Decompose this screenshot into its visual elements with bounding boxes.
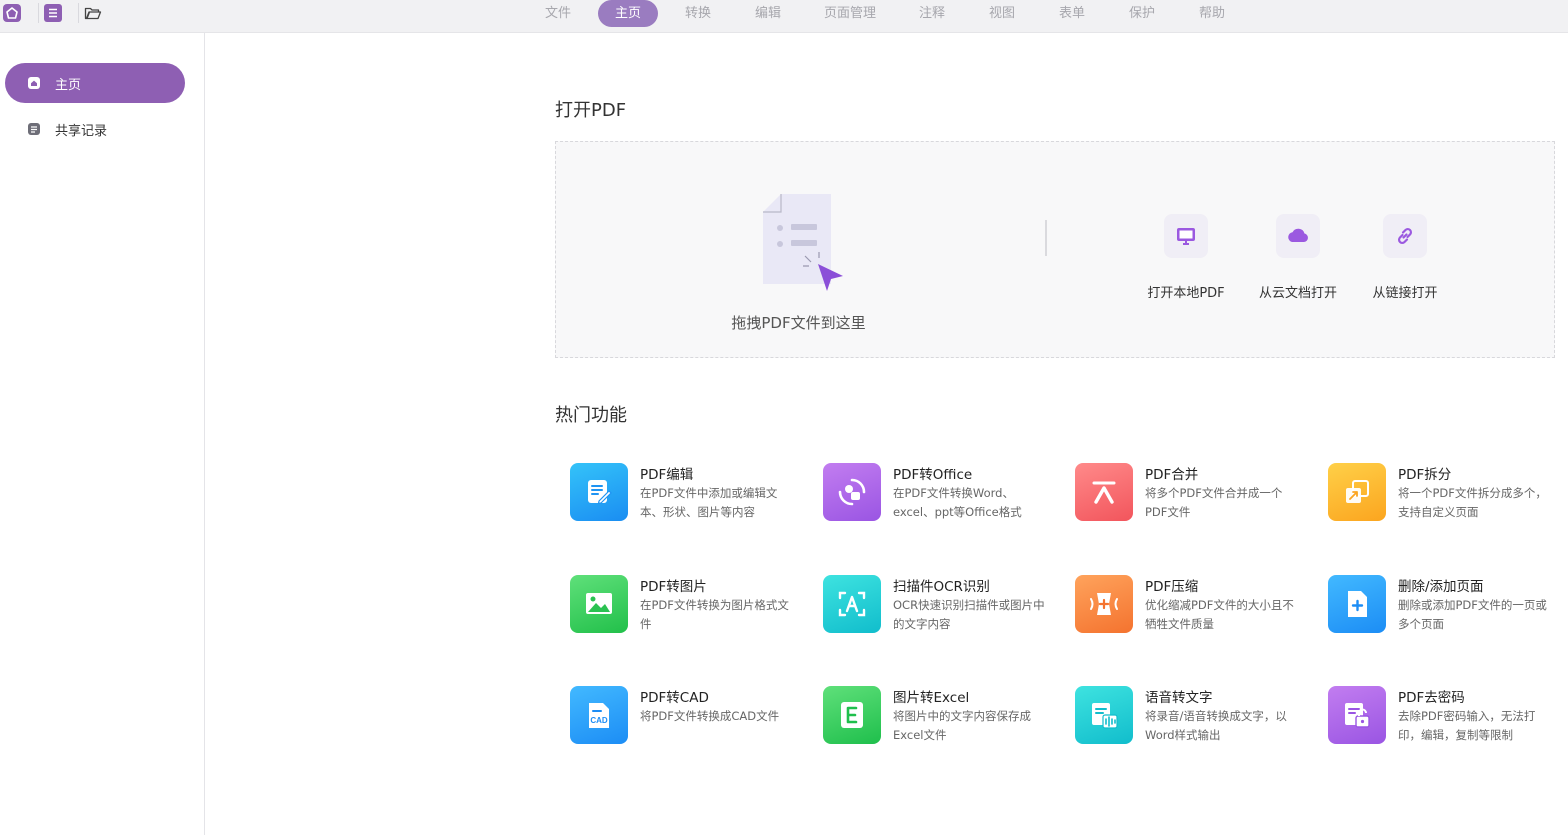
feature-title: 删除/添加页面 xyxy=(1398,579,1484,595)
link-icon xyxy=(1383,214,1427,258)
excel-icon xyxy=(823,686,881,744)
document-icon xyxy=(27,122,41,136)
tab-help[interactable]: 帮助 xyxy=(1186,0,1238,27)
edit-icon xyxy=(570,463,628,521)
hot-features-title: 热门功能 xyxy=(555,405,627,426)
feature-title: 语音转文字 xyxy=(1145,690,1213,706)
split-icon xyxy=(1328,463,1386,521)
feature-description: OCR快速识别扫描件或图片中的文字内容 xyxy=(893,598,1045,631)
cloud-icon xyxy=(1276,214,1320,258)
feature-title: PDF编辑 xyxy=(640,467,694,483)
open-from-cloud-label: 从云文档打开 xyxy=(1258,286,1337,301)
tab-edit[interactable]: 编辑 xyxy=(742,0,794,27)
open-from-link-button[interactable]: 从链接打开 xyxy=(1350,214,1460,301)
feature-pdf-split[interactable]: PDF拆分 将一个PDF文件拆分成多个， 支持自定义页面 xyxy=(1313,453,1553,533)
feature-title: 图片转Excel xyxy=(893,690,970,706)
feature-title: PDF合并 xyxy=(1145,467,1199,483)
menu-icon[interactable] xyxy=(43,3,63,23)
feature-title: PDF转Office xyxy=(893,467,973,483)
voice-icon xyxy=(1075,686,1133,744)
feature-description: 去除PDF密码输入，无法打印，编辑，复制等限制 xyxy=(1398,709,1536,742)
top-menu-bar: 文件 主页 转换 编辑 页面管理 注释 视图 表单 保护 帮助 xyxy=(0,0,1568,33)
toolbar-divider xyxy=(38,3,39,23)
feature-description: 在PDF文件转换为图片格式文件 xyxy=(640,598,789,631)
feature-description: 将图片中的文字内容保存成Excel文件 xyxy=(893,709,1031,742)
feature-title: PDF压缩 xyxy=(1145,579,1199,595)
drop-zone-text: 拖拽PDF文件到这里 xyxy=(731,314,866,332)
toolbar-divider xyxy=(78,3,79,23)
feature-remove-password[interactable]: PDF去密码 去除PDF密码输入，无法打印，编辑，复制等限制 xyxy=(1313,676,1553,756)
feature-title: PDF去密码 xyxy=(1398,690,1465,706)
tab-home[interactable]: 主页 xyxy=(598,0,658,27)
folder-open-icon[interactable] xyxy=(83,3,103,23)
feature-add-delete-page[interactable]: 删除/添加页面 删除或添加PDF文件的一页或多个页面 xyxy=(1313,565,1553,645)
drop-zone[interactable]: 拖拽PDF文件到这里 打开本地PDF 从云文档打开 从链接打开 xyxy=(555,141,1555,358)
tab-annotate[interactable]: 注释 xyxy=(906,0,958,27)
unlock-icon xyxy=(1328,686,1386,744)
feature-pdf-edit[interactable]: PDF编辑 在PDF文件中添加或编辑文本、形状、图片等内容 xyxy=(555,453,795,533)
monitor-icon xyxy=(1164,214,1208,258)
feature-description: 将多个PDF文件合并成一个PDF文件 xyxy=(1145,486,1283,519)
feature-description: 在PDF文件中添加或编辑文本、形状、图片等内容 xyxy=(640,486,778,519)
feature-pdf-to-cad[interactable]: CAD PDF转CAD 将PDF文件转换成CAD文件 xyxy=(555,676,795,756)
feature-pdf-compress[interactable]: PDF压缩 优化缩减PDF文件的大小且不牺牲文件质量 xyxy=(1060,565,1300,645)
feature-voice-to-text[interactable]: 语音转文字 将录音/语音转换成文字，以Word样式输出 xyxy=(1060,676,1300,756)
open-from-link-label: 从链接打开 xyxy=(1372,286,1438,301)
sidebar-item-home[interactable]: 主页 xyxy=(5,63,185,103)
feature-title: PDF转CAD xyxy=(640,690,709,706)
feature-description: 在PDF文件转换Word、excel、ppt等Office格式 xyxy=(893,486,1022,519)
app-logo-icon[interactable] xyxy=(2,3,22,23)
tab-page-manage[interactable]: 页面管理 xyxy=(815,0,885,27)
feature-description: 将PDF文件转换成CAD文件 xyxy=(640,709,780,723)
feature-ocr[interactable]: 扫描件OCR识别 OCR快速识别扫描件或图片中的文字内容 xyxy=(808,565,1048,645)
feature-description: 将录音/语音转换成文字，以Word样式输出 xyxy=(1145,709,1287,742)
open-local-pdf-label: 打开本地PDF xyxy=(1147,286,1225,301)
feature-pdf-merge[interactable]: PDF合并 将多个PDF文件合并成一个PDF文件 xyxy=(1060,453,1300,533)
feature-title: PDF拆分 xyxy=(1398,467,1452,483)
cad-icon: CAD xyxy=(570,686,628,744)
tab-form[interactable]: 表单 xyxy=(1046,0,1098,27)
feature-pdf-to-image[interactable]: PDF转图片 在PDF文件转换为图片格式文件 xyxy=(555,565,795,645)
feature-image-to-excel[interactable]: 图片转Excel 将图片中的文字内容保存成Excel文件 xyxy=(808,676,1048,756)
feature-description: 删除或添加PDF文件的一页或多个页面 xyxy=(1398,598,1547,631)
convert-icon xyxy=(823,463,881,521)
sidebar-item-label: 主页 xyxy=(55,77,82,93)
image-icon xyxy=(570,575,628,633)
sidebar: 主页 共享记录 xyxy=(0,33,205,835)
tab-file[interactable]: 文件 xyxy=(532,0,584,27)
home-icon xyxy=(27,76,41,90)
tab-convert[interactable]: 转换 xyxy=(672,0,724,27)
compress-icon xyxy=(1075,575,1133,633)
tab-protect[interactable]: 保护 xyxy=(1116,0,1168,27)
drop-zone-divider xyxy=(1045,220,1047,256)
feature-title: 扫描件OCR识别 xyxy=(893,579,990,595)
svg-text:CAD: CAD xyxy=(590,716,608,725)
feature-pdf-to-office[interactable]: PDF转Office 在PDF文件转换Word、excel、ppt等Office… xyxy=(808,453,1048,533)
add-page-icon xyxy=(1328,575,1386,633)
merge-icon xyxy=(1075,463,1133,521)
open-pdf-title: 打开PDF xyxy=(555,100,627,121)
feature-title: PDF转图片 xyxy=(640,579,707,595)
feature-description: 将一个PDF文件拆分成多个， 支持自定义页面 xyxy=(1398,486,1547,519)
open-local-pdf-button[interactable]: 打开本地PDF xyxy=(1131,214,1241,301)
ocr-icon xyxy=(823,575,881,633)
sidebar-item-share-history[interactable]: 共享记录 xyxy=(5,109,185,149)
sidebar-item-label: 共享记录 xyxy=(55,123,108,139)
drop-file-illustration xyxy=(761,192,851,297)
open-from-cloud-button[interactable]: 从云文档打开 xyxy=(1243,214,1353,301)
feature-description: 优化缩减PDF文件的大小且不牺牲文件质量 xyxy=(1145,598,1294,631)
tab-view[interactable]: 视图 xyxy=(976,0,1028,27)
